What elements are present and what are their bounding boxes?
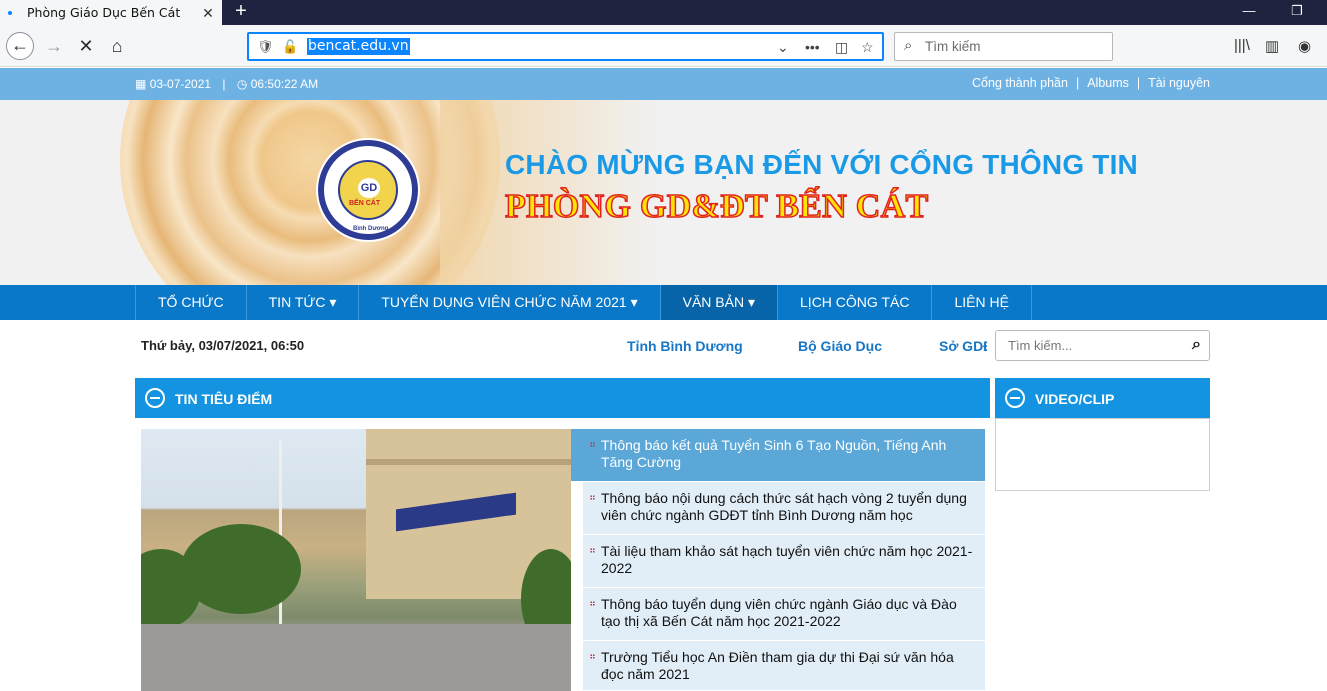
browser-search-placeholder: Tìm kiếm: [925, 39, 981, 54]
top-date-time: ▦ 03-07-2021 | ◷ 06:50:22 AM: [135, 77, 319, 91]
pocket-icon[interactable]: ◫: [835, 39, 848, 56]
menu-van-ban[interactable]: VĂN BẢN ▾: [660, 285, 779, 320]
header-banner: GD BẾN CÁT Bình Dương CHÀO MỪNG BẠN ĐẾN …: [0, 100, 1327, 285]
link-bo-giao-duc[interactable]: Bộ Giáo Dục: [798, 338, 882, 354]
library-icon[interactable]: |||\: [1234, 37, 1250, 54]
link-albums[interactable]: Albums: [1087, 76, 1129, 90]
main-menu-bar: TỔ CHỨC TIN TỨC ▾ TUYỂN DỤNG VIÊN CHỨC N…: [0, 285, 1327, 320]
menu-lich-cong-tac[interactable]: LỊCH CÔNG TÁC: [778, 285, 933, 320]
main-content: Thứ bảy, 03/07/2021, 06:50 Tỉnh Bình Dươ…: [135, 320, 1215, 691]
link-so-gddt[interactable]: Sở GDĐ: [939, 338, 987, 354]
tracking-shield-icon[interactable]: 🛡: [257, 39, 274, 55]
banner-welcome: CHÀO MỪNG BẠN ĐẾN VỚI CỔNG THÔNG TIN: [505, 149, 1138, 180]
info-bar: Thứ bảy, 03/07/2021, 06:50 Tỉnh Bình Dươ…: [135, 320, 1215, 372]
video-title: VIDEO/CLIP: [1035, 391, 1115, 407]
news-item[interactable]: Thông báo kết quả Tuyển Sinh 6 Tạo Nguồn…: [571, 429, 985, 482]
site-search-placeholder: Tìm kiếm...: [1008, 338, 1073, 353]
featured-header: TIN TIÊU ĐIỂM: [135, 378, 990, 418]
address-bar[interactable]: 🛡 🔓 bencat.edu.vn ⌄ ••• ◫ ☆: [247, 32, 884, 61]
dropdown-chevron-icon[interactable]: ⌄: [777, 39, 789, 56]
menu-tin-tuc[interactable]: TIN TỨC ▾: [247, 285, 360, 320]
browser-search-input[interactable]: ⌕ Tìm kiếm: [894, 32, 1113, 61]
search-icon[interactable]: ⌕: [1192, 336, 1201, 354]
tab-title: Phòng Giáo Dục Bến Cát: [27, 5, 181, 20]
department-logo[interactable]: GD BẾN CÁT Bình Dương: [318, 140, 418, 240]
section-icon: [1005, 388, 1025, 408]
menu-to-chuc[interactable]: TỔ CHỨC: [135, 285, 247, 320]
featured-title: TIN TIÊU ĐIỂM: [175, 391, 273, 407]
featured-news-list: Thông báo kết quả Tuyển Sinh 6 Tạo Nguồn…: [571, 429, 985, 691]
video-header: VIDEO/CLIP: [995, 378, 1210, 418]
clock-icon: ◷: [236, 77, 248, 91]
sidebar-icon[interactable]: ▥: [1265, 37, 1279, 55]
top-links: Cổng thành phần | Albums | Tài nguyên: [972, 76, 1210, 90]
menu-tuyen-dung[interactable]: TUYỂN DỤNG VIÊN CHỨC NĂM 2021 ▾: [359, 285, 661, 320]
logo-gd-text: GD: [358, 178, 380, 198]
home-icon[interactable]: ⌂: [103, 32, 131, 60]
new-tab-icon[interactable]: +: [231, 0, 251, 25]
top-date: 03-07-2021: [149, 77, 212, 91]
browser-tab-bar: Phòng Giáo Dục Bến Cát ✕ + — ❐: [0, 0, 1327, 25]
browser-tab[interactable]: Phòng Giáo Dục Bến Cát ✕: [0, 0, 222, 25]
search-icon: ⌕: [904, 37, 913, 54]
back-button[interactable]: ←: [6, 32, 34, 60]
logo-ben-cat-text: BẾN CÁT: [349, 200, 381, 207]
minimize-icon[interactable]: —: [1234, 0, 1264, 25]
top-strip: ▦ 03-07-2021 | ◷ 06:50:22 AM Cổng thành …: [0, 68, 1327, 100]
schoolyard: [141, 624, 571, 691]
link-tai-nguyen[interactable]: Tài nguyên: [1148, 76, 1210, 90]
page-actions-icon[interactable]: •••: [805, 39, 820, 55]
top-time: 06:50:22 AM: [250, 77, 319, 91]
forward-button[interactable]: →: [40, 32, 68, 60]
site-search-input[interactable]: Tìm kiếm... ⌕: [995, 330, 1210, 361]
loading-indicator-icon: [8, 10, 12, 15]
banner-department-name: PHÒNG GD&ĐT BẾN CÁT: [504, 187, 929, 226]
news-item[interactable]: Trường Tiểu học An Điền tham gia dự thi …: [583, 641, 985, 691]
logo-binh-duong-text: Bình Dương: [353, 226, 389, 232]
news-item[interactable]: Thông báo tuyển dụng viên chức ngành Giá…: [583, 588, 985, 641]
browser-toolbar: ← → ✕ ⌂ 🛡 🔓 bencat.edu.vn ⌄ ••• ◫ ☆ ⌕ Tì…: [0, 25, 1327, 67]
calendar-icon: ▦: [135, 77, 147, 91]
bookmark-star-icon[interactable]: ☆: [861, 39, 874, 56]
logo-emblem: GD BẾN CÁT: [338, 160, 398, 220]
insecure-lock-icon[interactable]: 🔓: [282, 39, 298, 55]
menu-lien-he[interactable]: LIÊN HỆ: [932, 285, 1032, 320]
url-text[interactable]: bencat.edu.vn: [307, 38, 410, 55]
news-item[interactable]: Thông báo nội dung cách thức sát hạch vò…: [583, 482, 985, 535]
account-icon[interactable]: ◉: [1298, 37, 1311, 55]
section-icon: [145, 388, 165, 408]
video-box: [995, 418, 1210, 491]
main-menu: TỔ CHỨC TIN TỨC ▾ TUYỂN DỤNG VIÊN CHỨC N…: [135, 285, 1032, 320]
featured-photo[interactable]: [141, 429, 571, 691]
link-tinh-binh-duong[interactable]: Tỉnh Bình Dương: [627, 338, 743, 354]
close-tab-icon[interactable]: ✕: [200, 5, 216, 21]
news-item[interactable]: Tài liệu tham khảo sát hạch tuyển viên c…: [583, 535, 985, 588]
current-datetime: Thứ bảy, 03/07/2021, 06:50: [141, 338, 305, 353]
link-cong-thanh-phan[interactable]: Cổng thành phần: [972, 76, 1068, 90]
restore-icon[interactable]: ❐: [1282, 0, 1312, 25]
stop-loading-icon[interactable]: ✕: [72, 32, 100, 60]
